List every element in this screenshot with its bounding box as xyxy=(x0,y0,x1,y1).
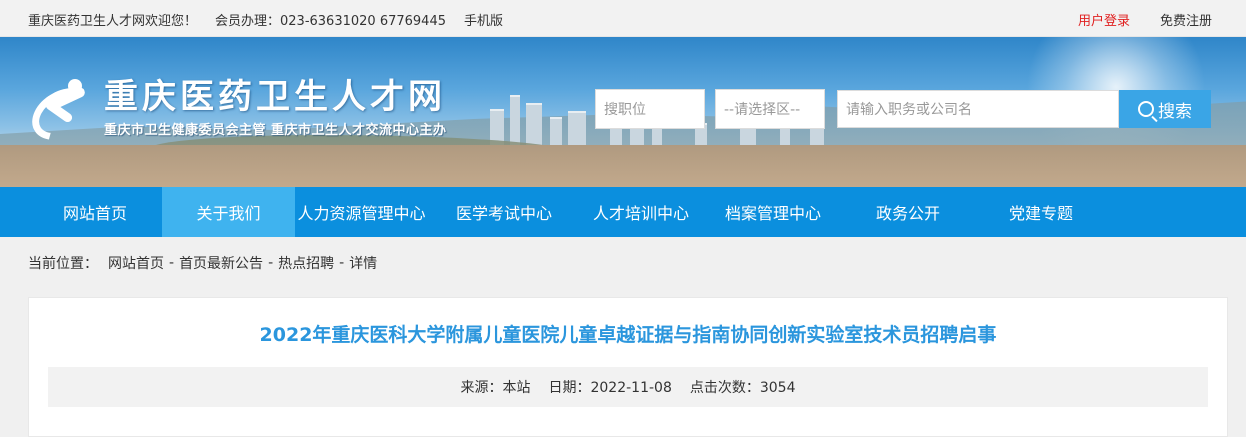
nav-item-exam-center[interactable]: 医学考试中心 xyxy=(428,187,580,237)
article-panel: 2022年重庆医科大学附属儿童医院儿童卓越证据与指南协同创新实验室技术员招聘启事… xyxy=(28,297,1228,437)
article-date: 日期：2022-11-08 xyxy=(548,380,672,396)
nav-item-home[interactable]: 网站首页 xyxy=(28,187,162,237)
article-meta: 来源：本站 日期：2022-11-08 点击次数：3054 xyxy=(48,367,1208,407)
site-logo[interactable]: 重庆医药卫生人才网 重庆市卫生健康委员会主管 重庆市卫生人才交流中心主办 xyxy=(22,77,447,151)
breadcrumb-prefix: 当前位置： xyxy=(28,256,98,272)
user-login-link[interactable]: 用户登录 xyxy=(1078,10,1130,29)
header-banner: 重庆医药卫生人才网 重庆市卫生健康委员会主管 重庆市卫生人才交流中心主办 搜职位… xyxy=(0,37,1246,187)
nav-item-party-building[interactable]: 党建专题 xyxy=(972,187,1110,237)
breadcrumb-current: 详情 xyxy=(349,256,378,272)
article-source: 来源：本站 xyxy=(460,380,531,396)
site-subtitle: 重庆市卫生健康委员会主管 重庆市卫生人才交流中心主办 xyxy=(104,123,447,138)
river xyxy=(0,145,1246,187)
breadcrumb: 当前位置： 网站首页 - 首页最新公告 - 热点招聘 - 详情 xyxy=(0,237,1246,289)
nav-item-hr-center[interactable]: 人力资源管理中心 xyxy=(295,187,428,237)
welcome-text: 重庆医药卫生人才网欢迎您！ xyxy=(28,14,198,29)
breadcrumb-notice-link[interactable]: 首页最新公告 xyxy=(179,253,263,273)
position-search-input[interactable]: 搜职位 xyxy=(595,89,705,129)
nav-item-training-center[interactable]: 人才培训中心 xyxy=(580,187,702,237)
member-phone-text: 会员办理：023-63631020 67769445 xyxy=(215,14,446,29)
top-bar: 重庆医药卫生人才网欢迎您！ 会员办理：023-63631020 67769445… xyxy=(0,0,1246,37)
article-click-count: 点击次数：3054 xyxy=(689,380,796,396)
nav-item-about[interactable]: 关于我们 xyxy=(162,187,295,237)
breadcrumb-separator: - xyxy=(169,255,175,271)
article-title: 2022年重庆医科大学附属儿童医院儿童卓越证据与指南协同创新实验室技术员招聘启事 xyxy=(259,324,997,346)
nav-item-gov-affairs[interactable]: 政务公开 xyxy=(844,187,972,237)
area-select[interactable]: --请选择区-- xyxy=(715,89,825,129)
keyword-search-input[interactable]: 请输入职务或公司名 xyxy=(837,90,1119,128)
search-button-label: 搜索 xyxy=(1158,101,1192,122)
breadcrumb-home-link[interactable]: 网站首页 xyxy=(108,253,164,273)
site-title: 重庆医药卫生人才网 xyxy=(104,77,446,117)
main-nav: 网站首页 关于我们 人力资源管理中心 医学考试中心 人才培训中心 档案管理中心 … xyxy=(0,187,1246,237)
runner-logo-icon xyxy=(22,77,104,151)
search-bar: 搜职位 --请选择区-- 请输入职务或公司名 搜索 xyxy=(595,89,1211,129)
search-button[interactable]: 搜索 xyxy=(1119,90,1211,128)
breadcrumb-separator: - xyxy=(268,255,274,271)
mobile-version-link[interactable]: 手机版 xyxy=(464,10,503,29)
free-register-link[interactable]: 免费注册 xyxy=(1160,10,1212,29)
breadcrumb-separator: - xyxy=(339,255,345,271)
search-icon xyxy=(1138,101,1154,117)
nav-item-archive-center[interactable]: 档案管理中心 xyxy=(702,187,844,237)
breadcrumb-hot-jobs-link[interactable]: 热点招聘 xyxy=(278,253,334,273)
